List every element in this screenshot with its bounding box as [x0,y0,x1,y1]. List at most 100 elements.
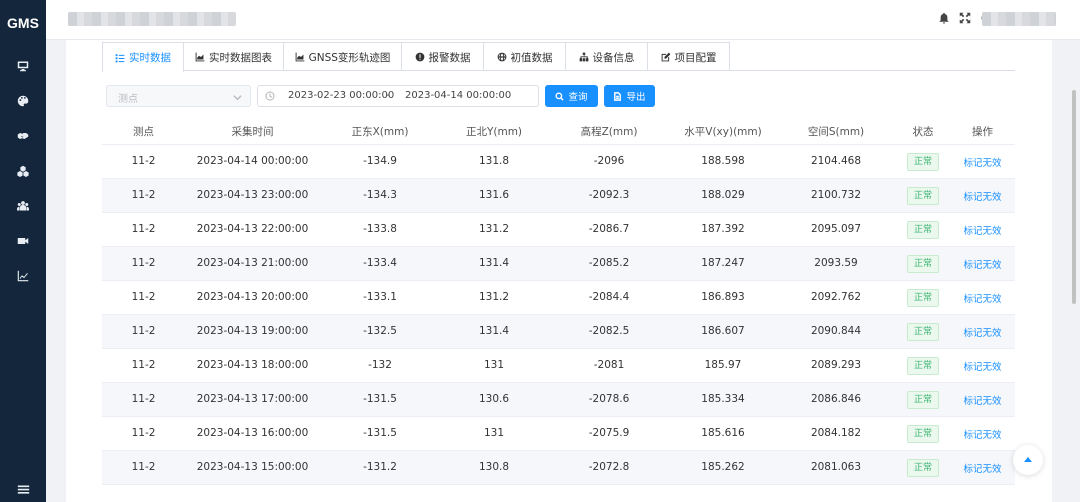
search-icon [555,91,565,101]
table-body: 11-2 2023-04-14 00:00:00 -134.9 131.8 -2096 1… [102,145,1015,485]
group-icon[interactable] [0,196,46,216]
table-row: 11-2 2023-04-14 00:00:00 -134.9 131.8 -2096 1… [102,145,1015,179]
export-button[interactable]: 导出 [604,85,655,107]
date-range-picker[interactable]: 2023-02-23 00:00:00 - 2023-04-14 00:00:0… [257,85,539,107]
column-header: 测点 [133,126,154,138]
mark-invalid-link[interactable]: 标记无效 [950,223,1015,237]
cell-z: -2096 [593,155,625,167]
cell-x: -131.5 [363,427,397,439]
cell-time: 2023-04-13 20:00:00 [196,291,309,303]
point-select[interactable]: 测点 [106,85,251,107]
line-chart-icon[interactable] [0,266,46,286]
edit-icon [661,52,670,62]
mark-invalid-link[interactable]: 标记无效 [950,155,1015,169]
tab-project-config[interactable]: 项目配置 [648,42,730,71]
cell-s: 2092.762 [810,291,862,303]
cell-time: 2023-04-13 21:00:00 [196,257,309,269]
cell-y: 131 [483,359,505,371]
cell-x: -132.5 [363,325,397,337]
cell-v: 185.334 [701,393,745,405]
chevron-down-icon [233,95,242,101]
table-header: 测点 采集时间 正东X(mm) 正北Y(mm) 高程Z(mm) 水平V(xy)(… [102,117,1015,145]
cell-x: -133.1 [363,291,397,303]
cell-point: 11-2 [131,393,156,405]
sidebar: GMS [0,0,46,502]
handshake-icon[interactable] [0,126,46,146]
cell-point: 11-2 [131,257,156,269]
menu-toggle-icon[interactable] [0,483,46,496]
cell-s: 2086.846 [810,393,862,405]
cell-s: 2084.182 [810,427,862,439]
cell-point: 11-2 [131,291,156,303]
status-badge: 正常 [906,289,940,307]
clock-icon [265,91,275,101]
cell-y: 131.4 [478,257,510,269]
column-header: 采集时间 [231,126,274,138]
sitemap-icon [579,52,588,62]
cell-time: 2023-04-13 18:00:00 [196,359,309,371]
fullscreen-icon[interactable] [959,12,971,24]
back-to-top-button[interactable] [1013,445,1043,475]
tab-realtime-chart[interactable]: 实时数据图表 [184,42,284,71]
mark-invalid-link[interactable]: 标记无效 [950,257,1015,271]
cell-time: 2023-04-13 19:00:00 [196,325,309,337]
status-badge: 正常 [906,221,940,239]
mark-invalid-link[interactable]: 标记无效 [950,189,1015,203]
table-row: 11-2 2023-04-13 16:00:00 -131.5 131 -2075.9 1… [102,417,1015,451]
column-header: 水平V(xy)(mm) [684,126,762,138]
end-date[interactable]: 2023-04-14 00:00:00 [405,90,511,101]
tab-alarm-data[interactable]: 报警数据 [402,42,484,71]
cell-y: 131.8 [478,155,510,167]
cell-z: -2082.5 [588,325,630,337]
cell-s: 2095.097 [810,223,862,235]
cell-v: 186.607 [701,325,745,337]
mark-invalid-link[interactable]: 标记无效 [950,325,1015,339]
status-badge: 正常 [906,425,940,443]
cubes-icon[interactable] [0,161,46,181]
monitor-icon[interactable] [0,56,46,76]
cell-z: -2085.2 [588,257,630,269]
table-row: 11-2 2023-04-13 15:00:00 -131.2 130.8 -2072.… [102,451,1015,485]
page-scrollbar[interactable] [1072,90,1076,304]
table-row: 11-2 2023-04-13 23:00:00 -134.3 131.6 -2092.… [102,179,1015,213]
cell-v: 187.392 [701,223,745,235]
cell-v: 188.598 [701,155,745,167]
tab-device-info[interactable]: 设备信息 [566,42,648,71]
column-header: 操作 [972,126,993,138]
column-header: 空间S(mm) [807,126,865,138]
cell-z: -2092.3 [588,189,630,201]
bell-icon[interactable] [938,12,950,24]
alert-icon [415,52,424,62]
cell-time: 2023-04-13 17:00:00 [196,393,309,405]
cell-y: 131.4 [478,325,510,337]
cell-x: -132 [368,359,392,371]
cell-v: 185.616 [701,427,745,439]
mark-invalid-link[interactable]: 标记无效 [950,461,1015,475]
status-badge: 正常 [906,357,940,375]
status-badge: 正常 [906,459,940,477]
palette-icon[interactable] [0,91,46,111]
tab-initial-data[interactable]: 初值数据 [484,42,566,71]
status-badge: 正常 [906,153,940,171]
mark-invalid-link[interactable]: 标记无效 [950,427,1015,441]
cell-s: 2104.468 [810,155,862,167]
video-icon[interactable] [0,231,46,251]
cell-y: 130.8 [478,461,510,473]
cell-y: 130.6 [478,393,510,405]
cell-y: 131.2 [478,291,510,303]
start-date[interactable]: 2023-02-23 00:00:00 [288,90,394,101]
mark-invalid-link[interactable]: 标记无效 [950,291,1015,305]
cell-z: -2081 [593,359,625,371]
cell-point: 11-2 [131,223,156,235]
cell-x: -133.8 [363,223,397,235]
cell-point: 11-2 [131,189,156,201]
mark-invalid-link[interactable]: 标记无效 [950,393,1015,407]
table-row: 11-2 2023-04-13 22:00:00 -133.8 131.2 -2086.… [102,213,1015,247]
area-chart-icon [295,52,304,62]
query-button[interactable]: 查询 [545,85,598,107]
mark-invalid-link[interactable]: 标记无效 [950,359,1015,373]
blurred-title [68,12,236,26]
tab-realtime-data[interactable]: 实时数据 [102,42,184,72]
tab-gnss-trajectory[interactable]: GNSS变形轨迹图 [284,42,402,71]
document-icon [614,91,622,101]
